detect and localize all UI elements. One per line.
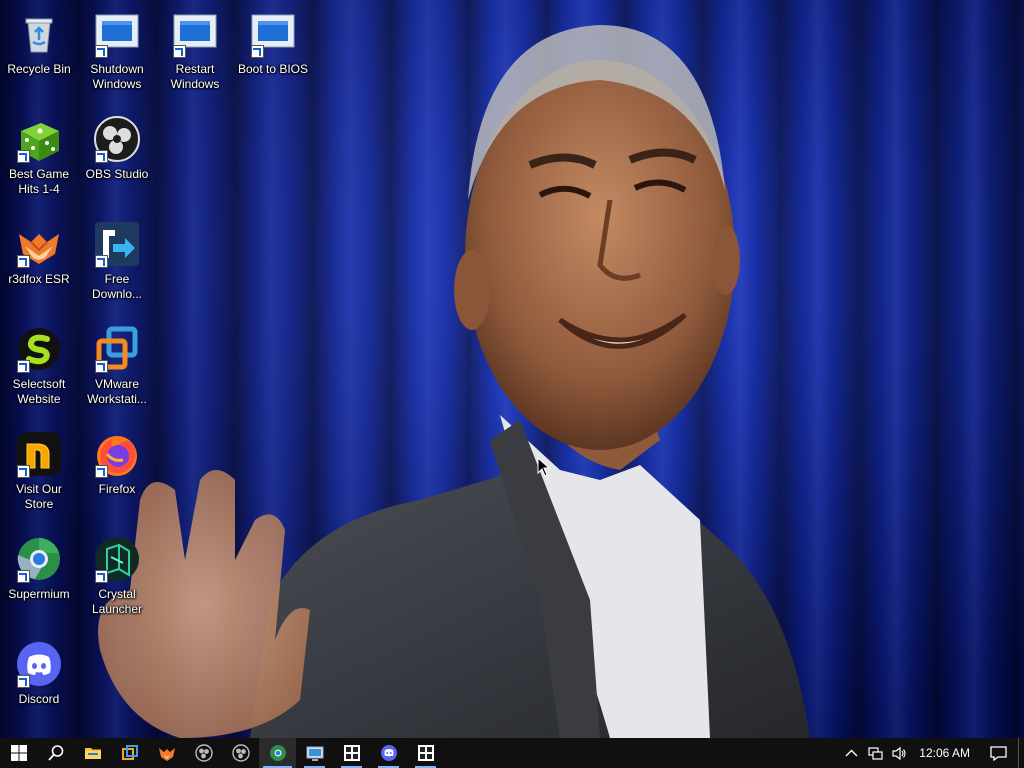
discord-icon — [380, 745, 397, 761]
taskbar-obs-studio-2[interactable] — [222, 738, 259, 768]
store-icon — [15, 430, 63, 478]
obs-icon — [93, 115, 141, 163]
desktop-icon-label: Firefox — [98, 482, 136, 496]
desktop-icon-label: r3dfox ESR — [8, 272, 70, 286]
notification-icon — [989, 745, 1007, 761]
desktop-icon-boot-to-bios[interactable]: Boot to BIOS — [234, 4, 312, 104]
window-shortcut-icon — [249, 10, 297, 58]
show-desktop-button[interactable] — [1018, 738, 1024, 768]
search-button[interactable] — [37, 738, 74, 768]
desktop-icon-visit-our-store[interactable]: Visit Our Store — [0, 424, 78, 524]
desktop-icon-firefox[interactable]: Firefox — [78, 424, 156, 524]
search-icon — [47, 745, 63, 761]
taskbar-app-window-2[interactable] — [407, 738, 444, 768]
desktop-icon-supermium[interactable]: Supermium — [0, 529, 78, 629]
vmware-icon — [93, 325, 141, 373]
obs-icon-2 — [231, 744, 250, 762]
system-tray: 12:06 AM — [839, 738, 1024, 768]
desktop-icon-label: Shutdown Windows — [90, 62, 144, 91]
file-explorer-icon — [84, 748, 101, 759]
network-icon — [868, 746, 883, 760]
taskbar-obs-studio[interactable] — [185, 738, 222, 768]
desktop-icon-obs-studio[interactable]: OBS Studio — [78, 109, 156, 209]
desktop-icon-recycle-bin[interactable]: Recycle Bin — [0, 4, 78, 104]
desktop-icon-free-download-manager[interactable]: Free Downlo... — [78, 214, 156, 314]
desktop-icon-label: Boot to BIOS — [237, 62, 309, 76]
window-shortcut-icon — [171, 10, 219, 58]
desktop-icon-selectsoft-website[interactable]: Selectsoft Website — [0, 319, 78, 419]
firefox-icon — [93, 430, 141, 478]
volume-button[interactable] — [887, 738, 911, 768]
taskbar-discord[interactable] — [370, 738, 407, 768]
discord-icon — [15, 640, 63, 688]
crystal-launcher-icon — [93, 535, 141, 583]
taskbar: 12:06 AM — [0, 738, 1024, 768]
obs-icon — [194, 744, 213, 762]
app-window-icon — [343, 745, 360, 761]
desktop-icon-label: Recycle Bin — [7, 62, 71, 76]
action-center-button[interactable] — [978, 738, 1018, 768]
desktop-icon-label: Discord — [18, 692, 60, 706]
start-icon — [10, 745, 27, 761]
mouse-cursor-icon — [537, 457, 551, 477]
desktop-icon-label: Free Downlo... — [91, 272, 143, 301]
taskbar-r3dfox[interactable] — [148, 738, 185, 768]
show-hidden-icons-button[interactable] — [839, 738, 863, 768]
desktop-icon-label: Visit Our Store — [16, 482, 62, 511]
display-settings-icon — [306, 746, 323, 761]
taskbar-file-explorer[interactable] — [74, 738, 111, 768]
desktop-icon-label: Best Game Hits 1-4 — [8, 167, 70, 196]
desktop-icon-vmware-workstation[interactable]: VMware Workstati... — [78, 319, 156, 419]
chevron-up-icon — [845, 749, 858, 756]
supermium-icon — [15, 535, 63, 583]
desktop-icon-best-game-hits[interactable]: Best Game Hits 1-4 — [0, 109, 78, 209]
start-button[interactable] — [0, 738, 37, 768]
selectsoft-icon — [15, 325, 63, 373]
taskbar-task-manager[interactable] — [111, 738, 148, 768]
r3dfox-icon — [158, 748, 175, 761]
desktop-icon-discord[interactable]: Discord — [0, 634, 78, 734]
desktop-icon-label: VMware Workstati... — [87, 377, 147, 406]
desktop-icon-r3dfox-esr[interactable]: r3dfox ESR — [0, 214, 78, 314]
desktop-icon-label: Restart Windows — [170, 62, 220, 91]
taskbar-app-window[interactable] — [333, 738, 370, 768]
dice-icon — [15, 115, 63, 163]
desktop-icon-label: OBS Studio — [85, 167, 149, 181]
network-button[interactable] — [863, 738, 887, 768]
supermium-icon — [269, 745, 286, 761]
desktop-icon-shutdown-windows[interactable]: Shutdown Windows — [78, 4, 156, 104]
download-manager-icon — [93, 220, 141, 268]
desktop-icon-label: Selectsoft Website — [12, 377, 66, 406]
window-shortcut-icon — [93, 10, 141, 58]
r3dfox-icon — [15, 220, 63, 268]
desktop-icon-label: Crystal Launcher — [91, 587, 143, 616]
speaker-icon — [892, 746, 906, 760]
desktop-icon-label: Supermium — [8, 587, 70, 601]
taskbar-clock[interactable]: 12:06 AM — [911, 746, 978, 760]
taskbar-display-settings[interactable] — [296, 738, 333, 768]
recycle-bin-icon — [15, 10, 63, 58]
desktop-icon-restart-windows[interactable]: Restart Windows — [156, 4, 234, 104]
desktop-icon-crystal-launcher[interactable]: Crystal Launcher — [78, 529, 156, 629]
task-manager-icon — [121, 745, 138, 760]
app-window-icon-2 — [417, 745, 434, 761]
taskbar-supermium[interactable] — [259, 738, 296, 768]
